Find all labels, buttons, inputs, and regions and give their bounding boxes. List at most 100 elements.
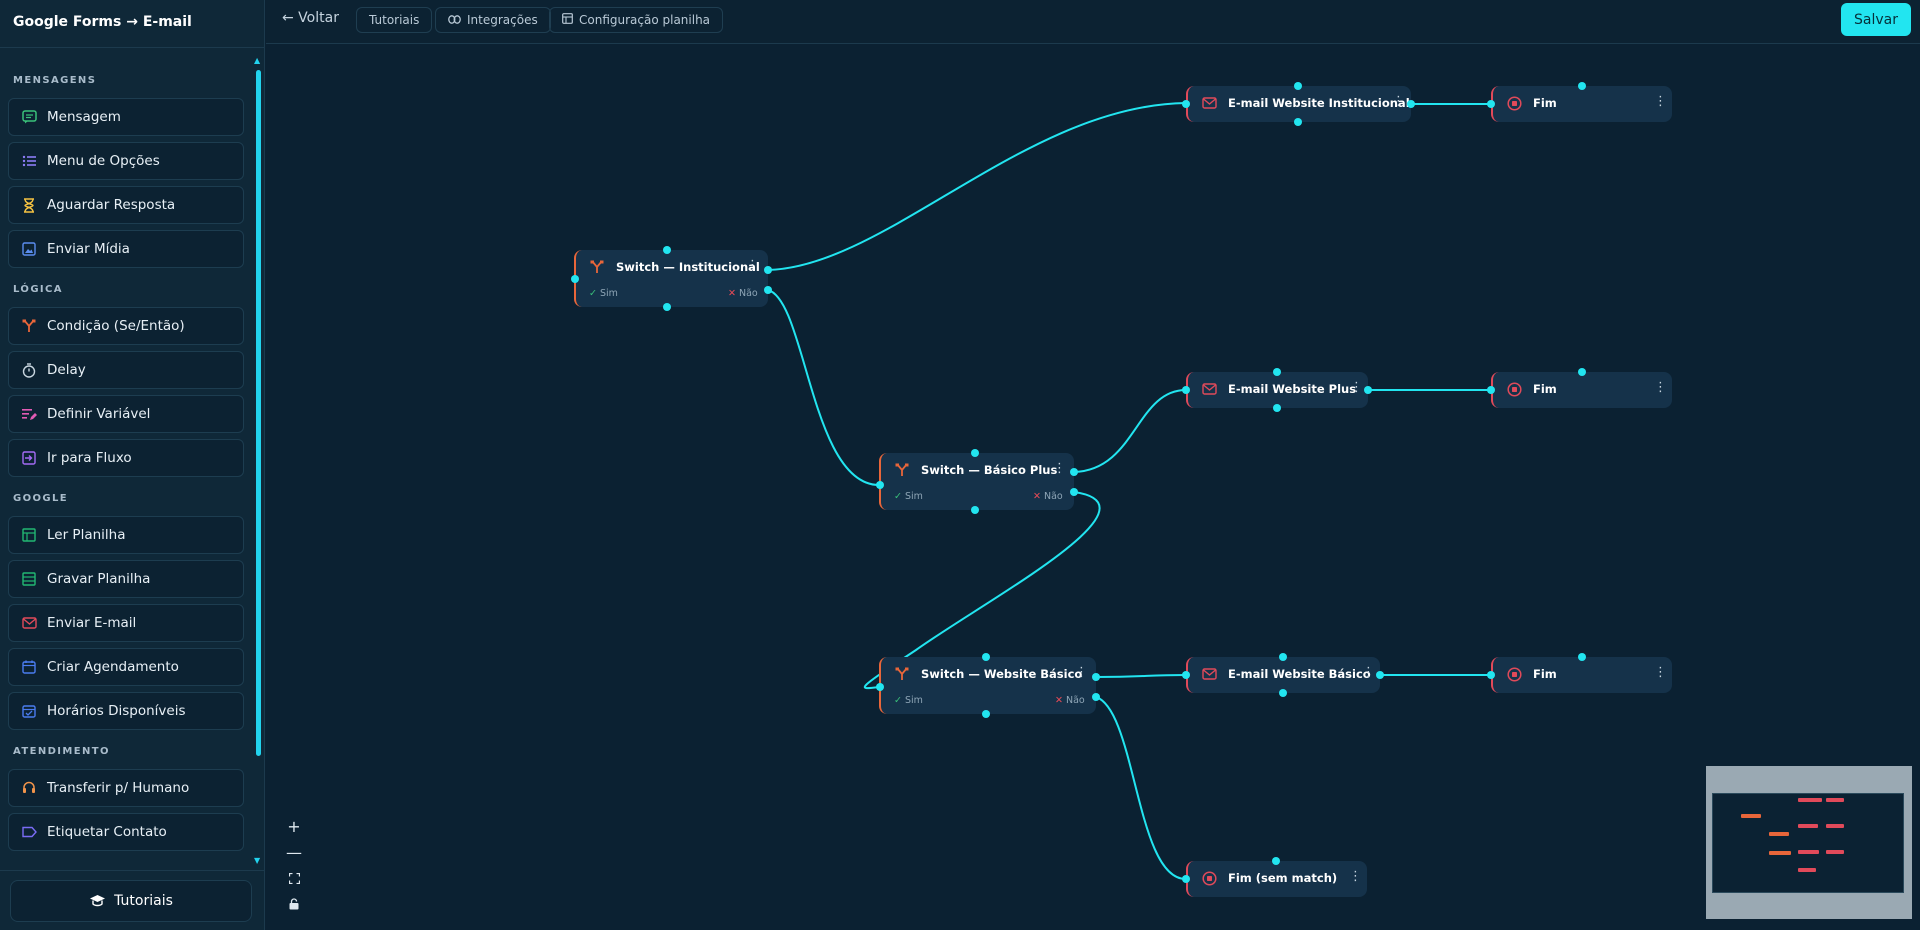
branch-icon [589, 259, 605, 275]
sidebar-item-menu-opcoes[interactable]: Menu de Opções [8, 142, 244, 180]
sidebar-item-delay[interactable]: Delay [8, 351, 244, 389]
sidebar-item-label: Gravar Planilha [47, 571, 151, 587]
email-node-institucional[interactable]: E-mail Website Institucional ⋮ [1186, 86, 1411, 122]
node-handle-sim[interactable] [1070, 468, 1078, 476]
switch-node-basico-plus[interactable]: Switch — Básico Plus ⋮ ✓ Sim ✕ Não [879, 453, 1074, 510]
switch-node-institucional[interactable]: Switch — Institucional ⋮ ✓ Sim ✕ Não [574, 250, 768, 307]
node-handle-left[interactable] [876, 683, 884, 691]
node-menu-icon[interactable]: ⋮ [1075, 666, 1088, 680]
node-handle-sim[interactable] [1092, 673, 1100, 681]
sidebar-item-enviar-midia[interactable]: Enviar Mídia [8, 230, 244, 268]
save-button[interactable]: Salvar [1841, 3, 1911, 36]
zoom-out-button[interactable]: — [280, 839, 308, 865]
edge-inst-nao-to-switch-plus [767, 289, 880, 486]
sidebar-item-ler-planilha[interactable]: Ler Planilha [8, 516, 244, 554]
email-node-basico[interactable]: E-mail Website Básico ⋮ [1186, 657, 1380, 693]
node-handle-bottom[interactable] [1273, 404, 1281, 412]
node-handle-nao[interactable] [764, 286, 772, 294]
minimap-node [1741, 814, 1761, 818]
sidebar-item-transferir-humano[interactable]: Transferir p/ Humano [8, 769, 244, 807]
sidebar-item-definir-variavel[interactable]: Definir Variável [8, 395, 244, 433]
node-menu-icon[interactable]: ⋮ [746, 259, 759, 273]
sidebar-scrollbar[interactable] [256, 70, 261, 756]
node-menu-icon[interactable]: ⋮ [1350, 381, 1363, 395]
sidebar-item-gravar-planilha[interactable]: Gravar Planilha [8, 560, 244, 598]
node-handle-top[interactable] [971, 449, 979, 457]
sidebar-item-etiquetar-contato[interactable]: Etiquetar Contato [8, 813, 244, 851]
node-title: Fim [1533, 96, 1557, 110]
node-handle-bottom[interactable] [982, 710, 990, 718]
node-handle-nao[interactable] [1092, 693, 1100, 701]
node-handle-left[interactable] [1182, 386, 1190, 394]
tutorials-button[interactable]: Tutoriais [10, 880, 252, 922]
sidebar: Google Forms → E-mail MENSAGENS Mensagem… [0, 0, 265, 930]
node-handle-top[interactable] [1272, 857, 1280, 865]
node-handle-bottom[interactable] [1294, 118, 1302, 126]
node-handle-top[interactable] [1294, 82, 1302, 90]
headset-icon [21, 780, 37, 796]
sidebar-item-aguardar-resposta[interactable]: Aguardar Resposta [8, 186, 244, 224]
node-handle-right[interactable] [1364, 386, 1372, 394]
node-menu-icon[interactable]: ⋮ [1392, 95, 1405, 109]
node-handle-left[interactable] [1487, 386, 1495, 394]
node-handle-top[interactable] [1578, 653, 1586, 661]
spreadsheet-config-label: Configuração planilha [579, 13, 711, 27]
end-node-no-match[interactable]: Fim (sem match) ⋮ [1186, 861, 1367, 897]
node-menu-icon[interactable]: ⋮ [1362, 666, 1375, 680]
node-handle-bottom[interactable] [1279, 689, 1287, 697]
node-menu-icon[interactable]: ⋮ [1349, 870, 1362, 884]
integrations-button[interactable]: Integrações [435, 7, 551, 33]
switch-node-website-basico[interactable]: Switch — Website Básico ⋮ ✓ Sim ✕ Não [879, 657, 1096, 714]
node-handle-bottom[interactable] [663, 303, 671, 311]
node-handle-left[interactable] [1182, 100, 1190, 108]
zoom-in-button[interactable]: + [280, 813, 308, 839]
spreadsheet-config-button[interactable]: Configuração planilha [549, 7, 724, 33]
email-node-plus[interactable]: E-mail Website Plus ⋮ [1186, 372, 1368, 408]
sidebar-item-label: Enviar E-mail [47, 615, 137, 631]
end-node-3[interactable]: Fim ⋮ [1491, 657, 1672, 693]
node-handle-left[interactable] [1487, 100, 1495, 108]
node-handle-right[interactable] [1376, 671, 1384, 679]
node-menu-icon[interactable]: ⋮ [1053, 462, 1066, 476]
node-handle-top[interactable] [1279, 653, 1287, 661]
node-handle-top[interactable] [1273, 368, 1281, 376]
node-handle-left[interactable] [1182, 671, 1190, 679]
node-handle-left[interactable] [1182, 875, 1190, 883]
node-handle-top[interactable] [982, 653, 990, 661]
tutorials-top-button[interactable]: Tutoriais [356, 7, 433, 33]
node-menu-icon[interactable]: ⋮ [1654, 95, 1667, 109]
node-handle-left[interactable] [876, 481, 884, 489]
node-handle-sim[interactable] [764, 266, 772, 274]
canvas-controls: + — [280, 813, 308, 917]
node-menu-icon[interactable]: ⋮ [1654, 666, 1667, 680]
minimap-viewport[interactable] [1712, 793, 1904, 893]
node-handle-left[interactable] [1487, 671, 1495, 679]
tutorials-label: Tutoriais [114, 893, 173, 909]
sidebar-item-ir-para-fluxo[interactable]: Ir para Fluxo [8, 439, 244, 477]
node-handle-nao[interactable] [1070, 488, 1078, 496]
node-handle-bottom[interactable] [971, 506, 979, 514]
node-title: Fim [1533, 667, 1557, 681]
sidebar-item-horarios-disponiveis[interactable]: Horários Disponíveis [8, 692, 244, 730]
node-handle-right[interactable] [1407, 100, 1415, 108]
node-handle-top[interactable] [1578, 368, 1586, 376]
end-node-1[interactable]: Fim ⋮ [1491, 86, 1672, 122]
sidebar-item-mensagem[interactable]: Mensagem [8, 98, 244, 136]
back-button[interactable]: ← Voltar [282, 10, 339, 26]
node-handle-left[interactable] [571, 275, 579, 283]
minimap[interactable] [1706, 766, 1912, 919]
fit-view-button[interactable] [280, 865, 308, 891]
sidebar-item-condicao[interactable]: Condição (Se/Então) [8, 307, 244, 345]
end-node-2[interactable]: Fim ⋮ [1491, 372, 1672, 408]
lock-button[interactable] [280, 891, 308, 917]
node-menu-icon[interactable]: ⋮ [1654, 381, 1667, 395]
node-handle-top[interactable] [1578, 82, 1586, 90]
sidebar-item-enviar-email[interactable]: Enviar E-mail [8, 604, 244, 642]
tag-icon [21, 824, 37, 840]
sidebar-item-criar-agendamento[interactable]: Criar Agendamento [8, 648, 244, 686]
node-handle-top[interactable] [663, 246, 671, 254]
flow-canvas[interactable]: Switch — Institucional ⋮ ✓ Sim ✕ Não Switc… [266, 45, 1920, 930]
scroll-down-arrow[interactable]: ▼ [254, 856, 260, 865]
node-title: E-mail Website Institucional [1228, 96, 1410, 110]
scroll-up-arrow[interactable]: ▲ [254, 56, 260, 65]
